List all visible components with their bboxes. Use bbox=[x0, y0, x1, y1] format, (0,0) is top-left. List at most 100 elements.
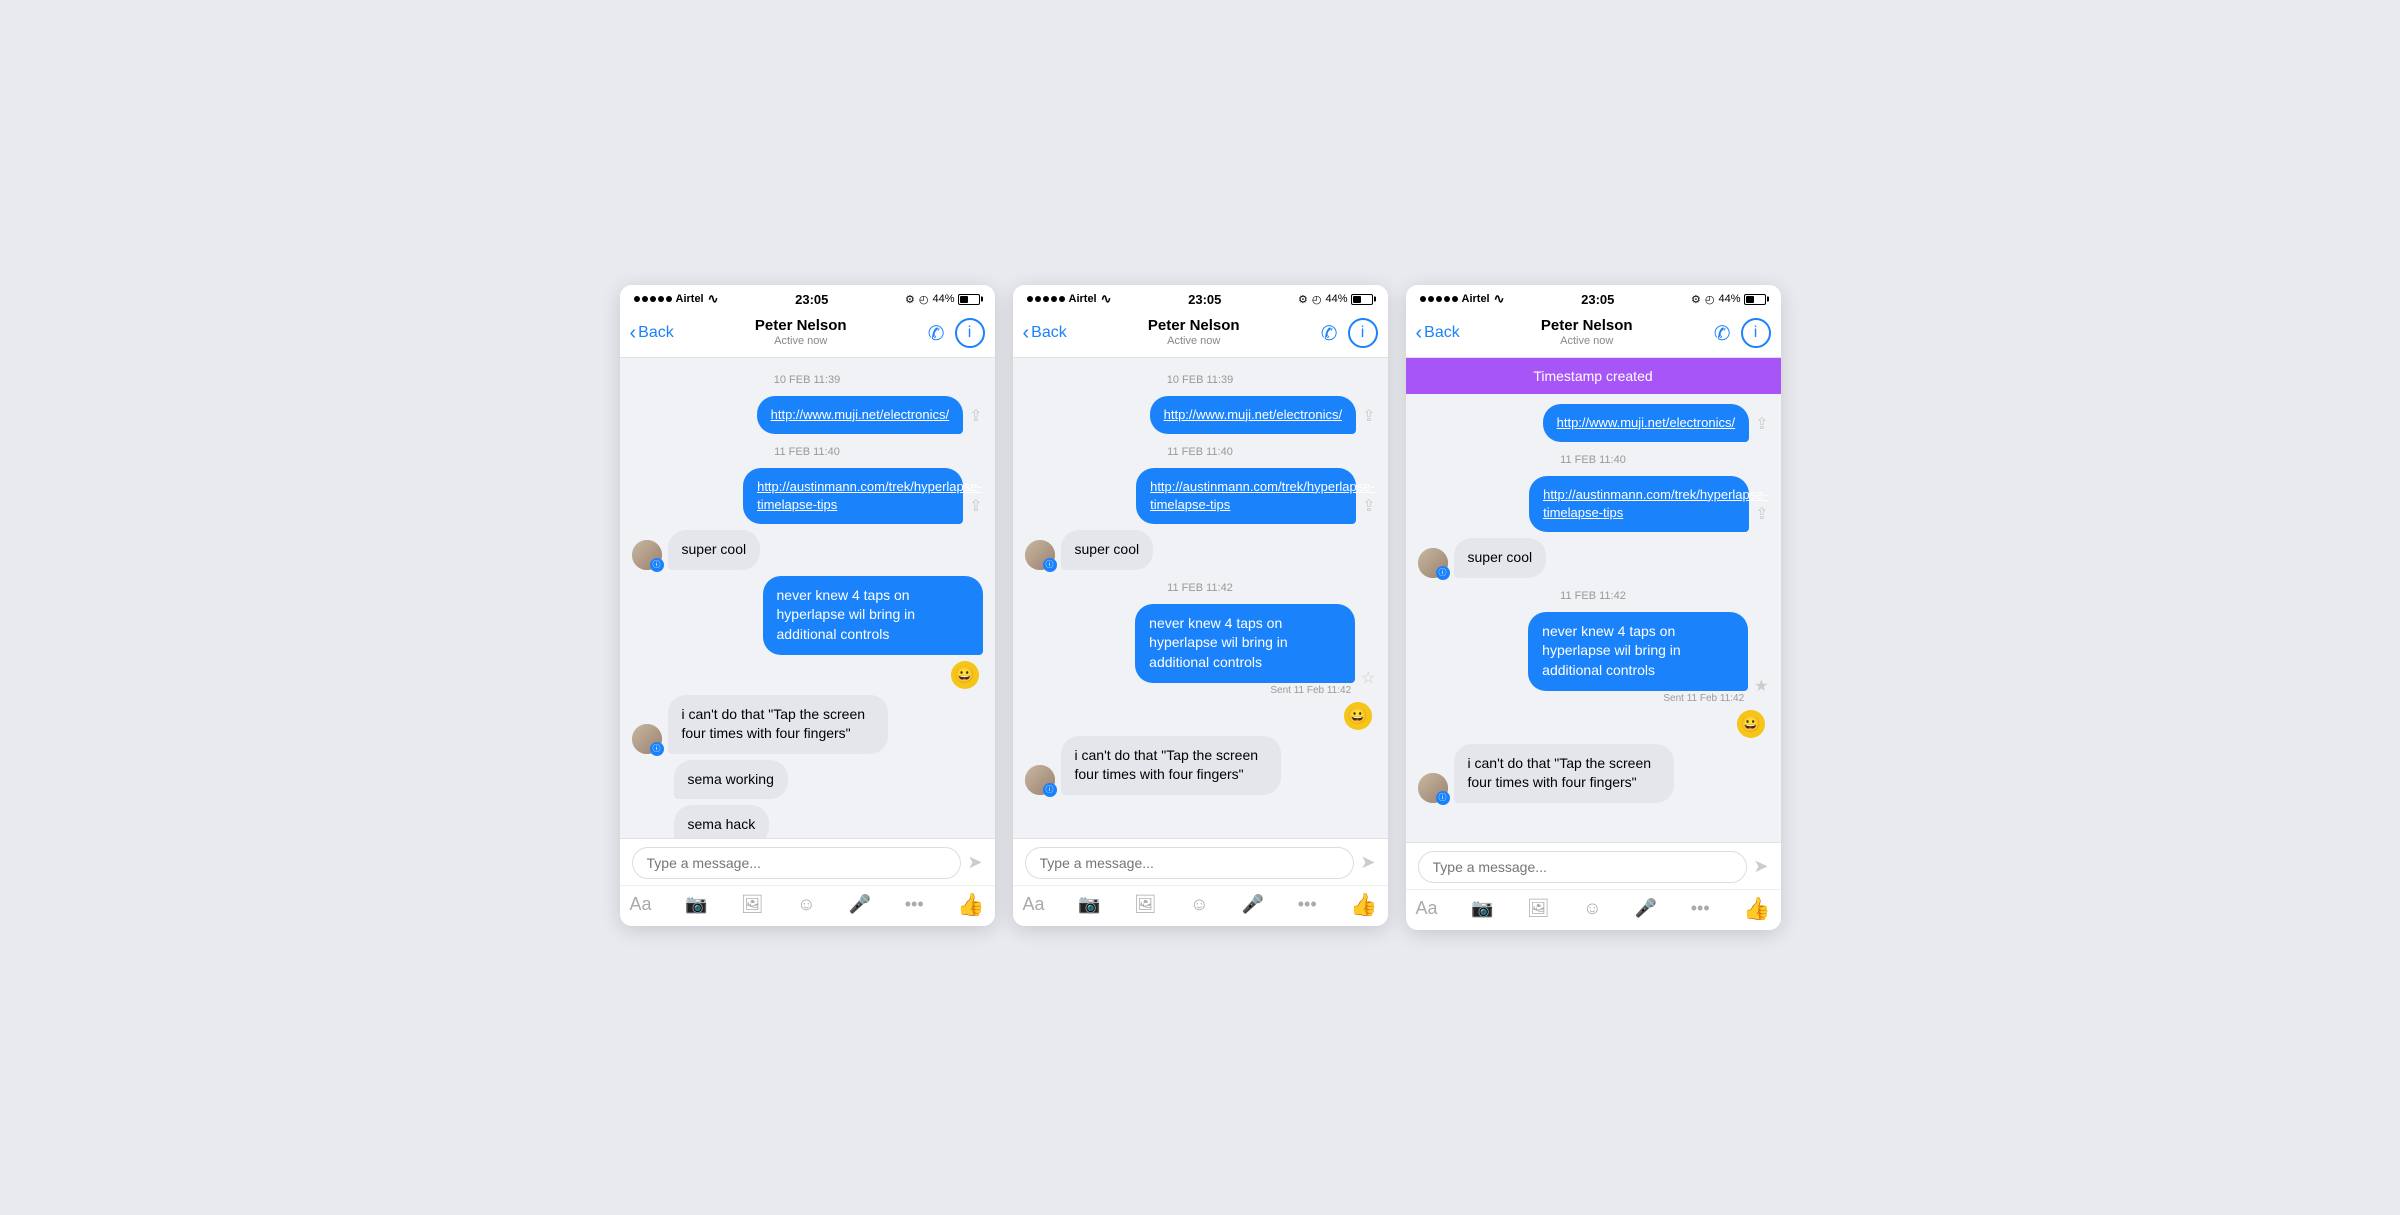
gallery-icon-2[interactable]: 🖼 bbox=[1134, 894, 1157, 915]
share-icon[interactable]: ⇪ bbox=[969, 406, 982, 426]
emoji-icon-1[interactable]: ☺ bbox=[797, 894, 815, 915]
back-button-3[interactable]: ‹ Back bbox=[1416, 324, 1460, 343]
message-input-3[interactable] bbox=[1418, 851, 1748, 883]
back-label-1: Back bbox=[638, 324, 674, 342]
like-icon-2[interactable]: 👍 bbox=[1350, 892, 1377, 918]
signal-dots-1 bbox=[634, 296, 672, 302]
phone-wrapper: Airtel ∿ 23:05 ⚙ ◴ 44% ‹ Back Peter Nels… bbox=[620, 285, 1781, 929]
signal-dot bbox=[1027, 296, 1033, 302]
send-icon-3[interactable]: ➤ bbox=[1753, 856, 1768, 877]
camera-icon-3[interactable]: 📷 bbox=[1471, 898, 1493, 919]
phone-call-icon-1[interactable]: ✆ bbox=[928, 321, 945, 346]
message-input-1[interactable] bbox=[632, 847, 962, 879]
send-icon-1[interactable]: ➤ bbox=[967, 852, 982, 873]
emoji-icon-2[interactable]: ☺ bbox=[1190, 894, 1208, 915]
chat-area-2[interactable]: 10 FEB 11:39 ⇪ http://www.muji.net/elect… bbox=[1013, 358, 1388, 838]
outgoing-group-3: never knew 4 taps on hyperlapse wil brin… bbox=[1528, 612, 1748, 704]
nav-bar-2: ‹ Back Peter Nelson Active now ✆ i bbox=[1013, 311, 1388, 357]
gallery-icon-1[interactable]: 🖼 bbox=[741, 894, 764, 915]
signal-dot bbox=[1043, 296, 1049, 302]
star-icon-2[interactable]: ☆ bbox=[1361, 668, 1375, 688]
sent-label-2: Sent 11 Feb 11:42 bbox=[1270, 685, 1355, 696]
info-icon-2[interactable]: i bbox=[1348, 318, 1378, 348]
battery-fill-1 bbox=[960, 296, 968, 303]
more-icon-2[interactable]: ••• bbox=[1298, 894, 1317, 915]
messenger-badge-2b: ⓘ bbox=[1043, 783, 1057, 797]
send-icon-2[interactable]: ➤ bbox=[1360, 852, 1375, 873]
timestamp-11feb-42-3: 11 FEB 11:42 bbox=[1418, 590, 1769, 602]
status-bar-1: Airtel ∿ 23:05 ⚙ ◴ 44% bbox=[620, 285, 995, 311]
status-right-3: ⚙ ◴ 44% bbox=[1691, 293, 1767, 306]
chevron-left-icon-3: ‹ bbox=[1416, 323, 1423, 343]
chat-area-1[interactable]: 10 FEB 11:39 ⇪ http://www.muji.net/elect… bbox=[620, 358, 995, 838]
contact-status-3: Active now bbox=[1541, 335, 1633, 348]
bottom-toolbar-1: Aa 📷 🖼 ☺ 🎤 ••• 👍 bbox=[620, 885, 995, 926]
phone-call-icon-2[interactable]: ✆ bbox=[1321, 321, 1338, 346]
bubble-super-cool-3: super cool bbox=[1454, 538, 1547, 578]
info-symbol-3: i bbox=[1754, 324, 1758, 342]
carrier-label-1: Airtel bbox=[676, 293, 704, 305]
settings-icon-1: ⚙ bbox=[905, 293, 915, 306]
status-bar-2: Airtel ∿ 23:05 ⚙ ◴ 44% bbox=[1013, 285, 1388, 311]
nav-bar-3: ‹ Back Peter Nelson Active now ✆ i bbox=[1406, 311, 1781, 357]
signal-dot bbox=[1420, 296, 1426, 302]
like-icon-1[interactable]: 👍 bbox=[957, 892, 984, 918]
message-row: never knew 4 taps on hyperlapse wil brin… bbox=[632, 576, 983, 655]
font-icon-3[interactable]: Aa bbox=[1416, 898, 1438, 919]
settings-icon-2: ⚙ bbox=[1298, 293, 1308, 306]
battery-icon-3 bbox=[1744, 294, 1766, 305]
bubble-cant-do-1: i can't do that "Tap the screen four tim… bbox=[668, 695, 888, 754]
info-icon-3[interactable]: i bbox=[1741, 318, 1771, 348]
bubble-super-cool-1: super cool bbox=[668, 530, 761, 570]
message-row: ⇪ http://www.muji.net/electronics/ bbox=[1418, 404, 1769, 442]
share-icon[interactable]: ⇪ bbox=[1362, 496, 1375, 516]
bottom-toolbar-3: Aa 📷 🖼 ☺ 🎤 ••• 👍 bbox=[1406, 889, 1781, 930]
alarm-icon-1: ◴ bbox=[919, 293, 929, 306]
timestamp-11feb-1: 11 FEB 11:40 bbox=[632, 446, 983, 458]
time-label-2: 23:05 bbox=[1188, 292, 1221, 307]
avatar-3b: ⓘ bbox=[1418, 773, 1448, 803]
carrier-label-2: Airtel bbox=[1069, 293, 1097, 305]
signal-dot bbox=[650, 296, 656, 302]
font-icon-1[interactable]: Aa bbox=[630, 894, 652, 915]
like-icon-3[interactable]: 👍 bbox=[1743, 896, 1770, 922]
bubble-sema-hack: sema hack bbox=[674, 805, 770, 837]
camera-icon-2[interactable]: 📷 bbox=[1078, 894, 1100, 915]
wifi-icon-3: ∿ bbox=[1494, 291, 1505, 307]
avatar-2: ⓘ bbox=[632, 724, 662, 754]
bottom-toolbar-2: Aa 📷 🖼 ☺ 🎤 ••• 👍 bbox=[1013, 885, 1388, 926]
mic-icon-2[interactable]: 🎤 bbox=[1242, 894, 1264, 915]
message-input-2[interactable] bbox=[1025, 847, 1355, 879]
message-row: ☆ never knew 4 taps on hyperlapse wil br… bbox=[1025, 604, 1376, 696]
avatar-2b: ⓘ bbox=[1025, 765, 1055, 795]
contact-status-1: Active now bbox=[755, 335, 847, 348]
share-icon[interactable]: ⇪ bbox=[1755, 414, 1768, 434]
more-icon-1[interactable]: ••• bbox=[905, 894, 924, 915]
share-icon[interactable]: ⇪ bbox=[969, 496, 982, 516]
message-row: ⓘ i can't do that "Tap the screen four t… bbox=[1418, 744, 1769, 803]
font-icon-2[interactable]: Aa bbox=[1023, 894, 1045, 915]
signal-dot bbox=[1051, 296, 1057, 302]
message-row: ⇪ http://www.muji.net/electronics/ bbox=[1025, 396, 1376, 434]
camera-icon-1[interactable]: 📷 bbox=[685, 894, 707, 915]
star-icon-3[interactable]: ★ bbox=[1754, 676, 1768, 696]
mic-icon-1[interactable]: 🎤 bbox=[849, 894, 871, 915]
share-icon[interactable]: ⇪ bbox=[1362, 406, 1375, 426]
settings-icon-3: ⚙ bbox=[1691, 293, 1701, 306]
info-icon-1[interactable]: i bbox=[955, 318, 985, 348]
gallery-icon-3[interactable]: 🖼 bbox=[1527, 898, 1550, 919]
bubble-outgoing-link2: http://austinmann.com/trek/hyperlapse-ti… bbox=[743, 468, 963, 524]
chat-area-3[interactable]: ⇪ http://www.muji.net/electronics/ 11 FE… bbox=[1406, 394, 1781, 842]
share-icon[interactable]: ⇪ bbox=[1755, 504, 1768, 524]
status-right-1: ⚙ ◴ 44% bbox=[905, 293, 981, 306]
message-row: ⓘ super cool bbox=[1418, 538, 1769, 578]
phone-call-icon-3[interactable]: ✆ bbox=[1714, 321, 1731, 346]
bubble-never-knew-1: never knew 4 taps on hyperlapse wil brin… bbox=[763, 576, 983, 655]
more-icon-3[interactable]: ••• bbox=[1691, 898, 1710, 919]
message-row: ⇪ http://austinmann.com/trek/hyperlapse-… bbox=[1418, 476, 1769, 532]
wifi-icon-2: ∿ bbox=[1101, 291, 1112, 307]
mic-icon-3[interactable]: 🎤 bbox=[1635, 898, 1657, 919]
emoji-icon-3[interactable]: ☺ bbox=[1583, 898, 1601, 919]
back-button-2[interactable]: ‹ Back bbox=[1023, 324, 1067, 343]
back-button-1[interactable]: ‹ Back bbox=[630, 324, 674, 343]
